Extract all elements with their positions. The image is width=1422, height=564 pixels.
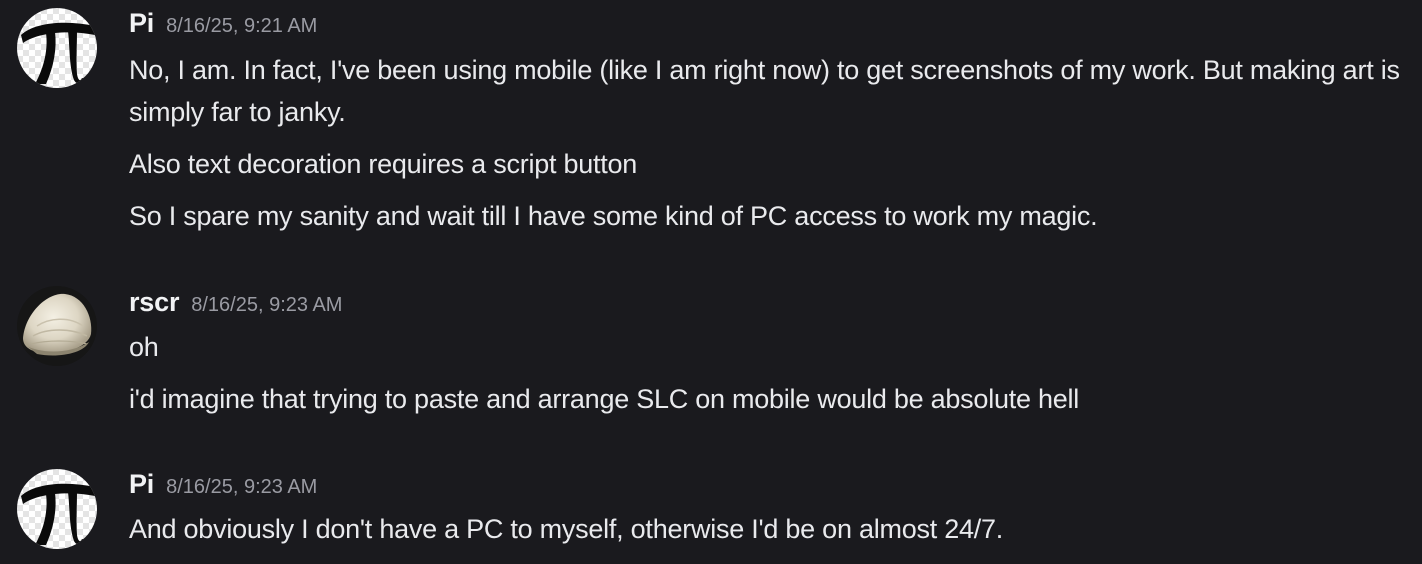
timestamp[interactable]: 8/16/25, 9:23 AM [166,476,317,498]
message-text: i'd imagine that trying to paste and arr… [129,384,1080,414]
message-text: oh [129,332,159,362]
message-text: Also text decoration requires a script b… [129,149,638,179]
username[interactable]: Pi [129,8,154,38]
avatar-pi[interactable] [17,469,97,549]
message-header: Pi 8/16/25, 9:21 AM [129,8,317,39]
username[interactable]: rscr [129,287,179,317]
avatar-pi[interactable] [17,8,97,88]
avatar-rscr[interactable] [17,286,97,366]
message-text: No, I am. In fact, I've been using mobil… [129,55,1400,127]
username[interactable]: Pi [129,469,154,499]
pi-symbol-icon [17,8,97,88]
message-header: rscr 8/16/25, 9:23 AM [129,287,342,318]
timestamp[interactable]: 8/16/25, 9:23 AM [191,294,342,316]
timestamp[interactable]: 8/16/25, 9:21 AM [166,15,317,37]
message-text: And obviously I don't have a PC to mysel… [129,514,1004,544]
message-text: So I spare my sanity and wait till I hav… [129,201,1098,231]
seashell-icon [17,286,97,366]
pi-symbol-icon [17,469,97,549]
message-header: Pi 8/16/25, 9:23 AM [129,469,317,500]
